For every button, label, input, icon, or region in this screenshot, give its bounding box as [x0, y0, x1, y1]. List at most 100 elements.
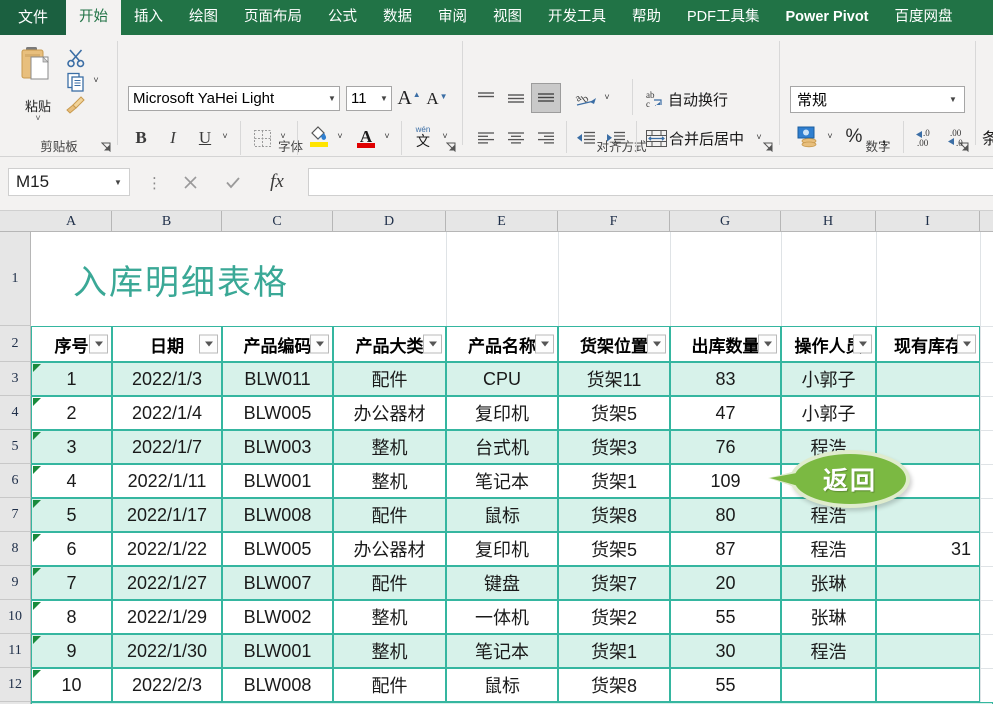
ribbon-tab-13[interactable]: 百度网盘	[882, 0, 966, 35]
table-cell[interactable]: 货架5	[558, 396, 670, 430]
table-cell[interactable]: 鼠标	[446, 498, 558, 532]
row-header-7[interactable]: 7	[0, 498, 31, 532]
table-cell[interactable]: CPU	[446, 362, 558, 396]
align-right-button[interactable]	[533, 126, 559, 150]
table-cell[interactable]: 6	[31, 532, 112, 566]
filter-dropdown-4[interactable]	[535, 334, 554, 354]
align-top-button[interactable]	[473, 87, 499, 109]
row-header-6[interactable]: 6	[0, 464, 31, 498]
column-header-I[interactable]: I	[876, 211, 980, 232]
table-cell[interactable]: 小郭子	[781, 362, 876, 396]
filter-dropdown-5[interactable]	[647, 334, 666, 354]
column-header-H[interactable]: H	[781, 211, 876, 232]
table-cell[interactable]: 83	[670, 362, 781, 396]
table-header-2[interactable]: 产品编码	[222, 326, 333, 362]
filter-dropdown-0[interactable]	[89, 334, 108, 354]
table-cell[interactable]: BLW005	[222, 532, 333, 566]
formula-input[interactable]	[308, 168, 993, 196]
underline-chevron-down-icon[interactable]: ˅	[218, 129, 232, 143]
ribbon-tab-2[interactable]: 插入	[121, 0, 176, 35]
table-header-5[interactable]: 货架位置	[558, 326, 670, 362]
table-cell[interactable]: 程浩	[781, 634, 876, 668]
table-cell[interactable]: 1	[31, 362, 112, 396]
increase-decimal-button[interactable]: .0 .00	[912, 124, 940, 150]
table-cell[interactable]: 2	[31, 396, 112, 430]
row-header-11[interactable]: 11	[0, 634, 31, 668]
table-cell[interactable]: BLW007	[222, 566, 333, 600]
font-color-button[interactable]: A	[353, 123, 379, 151]
clipboard-dialog-launcher[interactable]	[101, 142, 112, 153]
table-cell[interactable]: 货架2	[558, 600, 670, 634]
table-cell[interactable]: 2022/2/3	[112, 668, 222, 702]
table-cell[interactable]: 7	[31, 566, 112, 600]
font-size-chevron-down-icon[interactable]: ▼	[377, 94, 391, 103]
row-header-1[interactable]: 1	[0, 232, 31, 326]
accounting-format-button[interactable]	[795, 124, 821, 150]
copy-button[interactable]	[63, 71, 89, 93]
font-dialog-launcher[interactable]	[446, 142, 457, 153]
table-cell[interactable]	[876, 668, 980, 702]
table-cell[interactable]: 2022/1/11	[112, 464, 222, 498]
percent-style-button[interactable]: %	[842, 124, 866, 150]
column-header-B[interactable]: B	[112, 211, 222, 232]
phonetic-chevron-down-icon[interactable]: ˅	[438, 129, 452, 143]
filter-dropdown-3[interactable]	[423, 334, 442, 354]
table-cell[interactable]: 办公器材	[333, 396, 446, 430]
align-middle-button[interactable]	[503, 87, 529, 109]
number-format-combobox[interactable]: 常规 ▼	[790, 86, 965, 113]
table-cell[interactable]: 配件	[333, 362, 446, 396]
table-cell[interactable]: BLW008	[222, 668, 333, 702]
table-cell[interactable]: BLW001	[222, 634, 333, 668]
align-left-button[interactable]	[473, 126, 499, 150]
ribbon-tab-0[interactable]: 文件	[0, 0, 67, 35]
table-cell[interactable]: 键盘	[446, 566, 558, 600]
sheet-title[interactable]: 入库明细表格	[31, 232, 446, 326]
table-cell[interactable]: 30	[670, 634, 781, 668]
cut-button[interactable]	[63, 47, 89, 69]
row-header-10[interactable]: 10	[0, 600, 31, 634]
orientation-button[interactable]: a b	[572, 85, 600, 111]
table-header-6[interactable]: 出库数量	[670, 326, 781, 362]
copy-chevron-down-icon[interactable]: ˅	[89, 73, 103, 87]
table-cell[interactable]: 货架8	[558, 668, 670, 702]
table-cell[interactable]: BLW011	[222, 362, 333, 396]
filter-dropdown-7[interactable]	[853, 334, 872, 354]
decrease-decimal-button[interactable]: .00 .0	[944, 124, 972, 150]
align-bottom-button[interactable]	[531, 83, 561, 113]
table-cell[interactable]: 76	[670, 430, 781, 464]
table-cell[interactable]	[876, 600, 980, 634]
table-cell[interactable]: 109	[670, 464, 781, 498]
table-cell[interactable]: 3	[31, 430, 112, 464]
row-header-2[interactable]: 2	[0, 326, 31, 362]
table-cell[interactable]: 55	[670, 668, 781, 702]
ribbon-tab-4[interactable]: 页面布局	[231, 0, 315, 35]
font-name-combobox[interactable]: Microsoft YaHei Light ▼	[128, 86, 340, 111]
table-cell[interactable]: 2022/1/22	[112, 532, 222, 566]
paste-button[interactable]: 粘贴 ˅	[12, 43, 64, 123]
column-header-F[interactable]: F	[558, 211, 670, 232]
table-cell[interactable]: 程浩	[781, 532, 876, 566]
borders-chevron-down-icon[interactable]: ˅	[276, 129, 290, 143]
table-cell[interactable]: 4	[31, 464, 112, 498]
table-cell[interactable]: 整机	[333, 464, 446, 498]
cancel-formula-button[interactable]	[175, 170, 205, 194]
column-header-D[interactable]: D	[333, 211, 446, 232]
table-cell[interactable]: 20	[670, 566, 781, 600]
table-cell[interactable]: 8	[31, 600, 112, 634]
accounting-chevron-down-icon[interactable]: ˅	[823, 129, 837, 143]
italic-button[interactable]: I	[161, 126, 185, 150]
font-color-chevron-down-icon[interactable]: ˅	[380, 129, 394, 143]
merge-center-icon-box[interactable]	[644, 126, 668, 150]
table-cell[interactable]: 鼠标	[446, 668, 558, 702]
table-header-3[interactable]: 产品大类	[333, 326, 446, 362]
table-cell[interactable]: 47	[670, 396, 781, 430]
wrap-text-button[interactable]: 自动换行	[668, 87, 728, 111]
ribbon-tab-11[interactable]: PDF工具集	[674, 0, 773, 35]
fill-color-chevron-down-icon[interactable]: ˅	[333, 129, 347, 143]
row-header-8[interactable]: 8	[0, 532, 31, 566]
merge-center-chevron-down-icon[interactable]: ˅	[752, 130, 766, 144]
table-cell[interactable]: 整机	[333, 634, 446, 668]
underline-button[interactable]: U	[193, 126, 217, 150]
ribbon-tab-9[interactable]: 开发工具	[535, 0, 619, 35]
table-cell[interactable]: 笔记本	[446, 634, 558, 668]
